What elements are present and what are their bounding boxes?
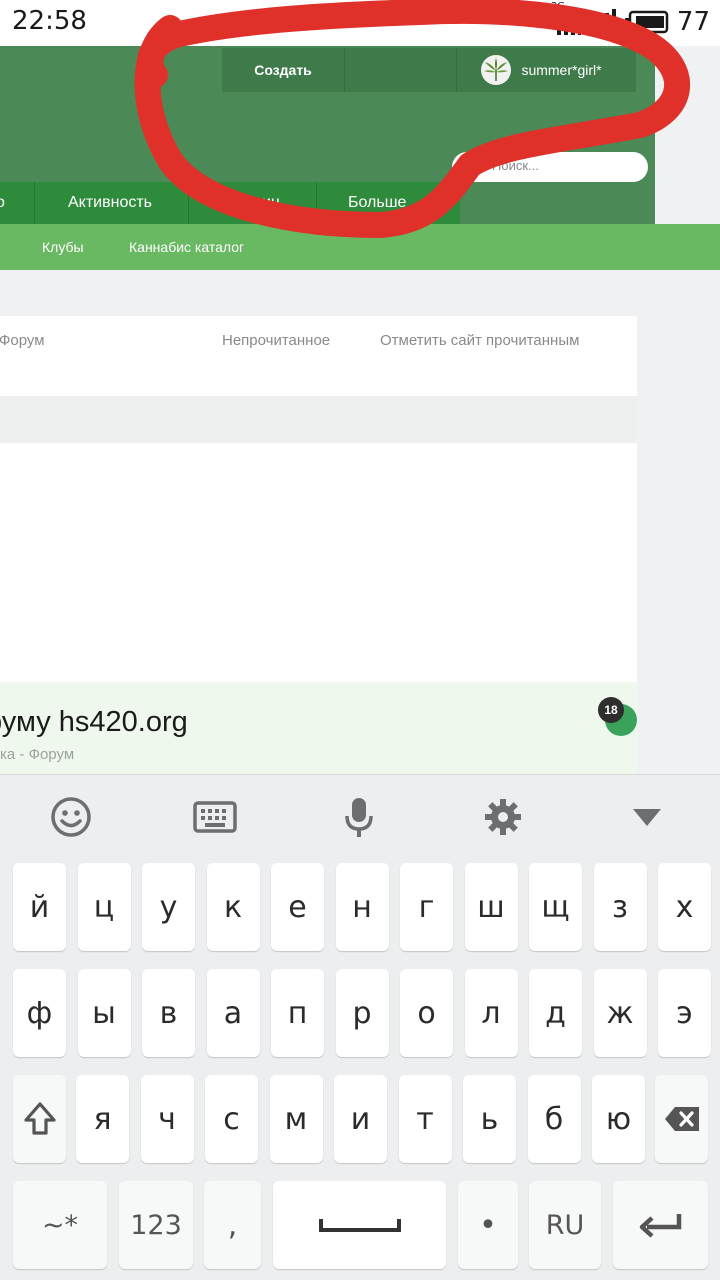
search-input[interactable]: Поиск... xyxy=(452,152,648,182)
space-icon xyxy=(318,1219,401,1232)
key-а[interactable]: а xyxy=(206,969,260,1057)
keyboard-icon[interactable] xyxy=(191,793,239,841)
key-р[interactable]: р xyxy=(335,969,389,1057)
forum-title[interactable]: руму hs420.org xyxy=(0,706,188,739)
key-щ[interactable]: щ xyxy=(529,863,582,951)
enter-key[interactable] xyxy=(613,1181,708,1269)
avatar xyxy=(481,55,512,85)
comma-key[interactable]: , xyxy=(204,1181,261,1269)
battery-icon xyxy=(624,10,669,34)
notification-badge: 18 xyxy=(598,697,624,723)
key-г[interactable]: г xyxy=(400,863,453,951)
collapse-keyboard-icon[interactable] xyxy=(623,793,671,841)
network-type-label: 3G xyxy=(550,1,566,12)
numbers-key[interactable]: 123 xyxy=(119,1181,193,1269)
backspace-icon xyxy=(664,1107,699,1131)
key-д[interactable]: д xyxy=(529,969,582,1057)
key-х[interactable]: х xyxy=(658,863,711,951)
space-key[interactable] xyxy=(273,1181,446,1269)
microphone-icon[interactable] xyxy=(335,793,383,841)
key-ь[interactable]: ь xyxy=(463,1075,516,1163)
period-key[interactable]: • xyxy=(458,1181,518,1269)
key-и[interactable]: и xyxy=(334,1075,387,1163)
settings-gear-icon[interactable] xyxy=(479,793,527,841)
wifi-icon xyxy=(514,12,541,26)
section-header xyxy=(0,396,637,443)
create-label: Создать xyxy=(254,62,312,78)
breadcrumb-bar: Форум Непрочитанное Отметить сайт прочит… xyxy=(0,316,637,366)
key-т[interactable]: т xyxy=(398,1075,452,1163)
sub-nav: Клубы Каннабис каталог xyxy=(0,224,720,270)
key-е[interactable]: е xyxy=(271,863,324,951)
nav-item-more[interactable]: Больше xyxy=(348,182,406,224)
keyboard: й ц у к е н г ш щ з х ф ы в а п р о л д ж э я ч с м и т ь б ю ~* 123, • RU xyxy=(0,774,720,1280)
key-з[interactable]: з xyxy=(593,863,647,951)
forum-subtitle: ка - Форум xyxy=(0,746,75,763)
key-ж[interactable]: ж xyxy=(593,969,647,1057)
symbols-key[interactable]: ~* xyxy=(13,1181,107,1269)
signal-3g: 3G xyxy=(551,1,581,35)
key-н[interactable]: н xyxy=(335,863,389,951)
leaf-icon xyxy=(484,58,509,81)
status-bar: 22:58 3G 77 xyxy=(0,0,720,46)
key-у[interactable]: у xyxy=(142,863,195,951)
nav-item-store[interactable]: Магазин xyxy=(218,182,280,224)
shift-key[interactable] xyxy=(13,1075,66,1163)
shift-icon xyxy=(23,1102,56,1135)
site-header: Создать summer*girl* Поиск... о Активнос… xyxy=(0,46,655,224)
nav-divider xyxy=(34,182,35,224)
nav-divider xyxy=(188,182,189,224)
user-menu[interactable]: summer*girl* xyxy=(457,48,636,92)
key-ф[interactable]: ф xyxy=(13,969,66,1057)
key-й[interactable]: й xyxy=(13,863,66,951)
nav-item-partial[interactable]: о xyxy=(0,182,5,224)
backspace-key[interactable] xyxy=(655,1075,708,1163)
create-button[interactable]: Создать xyxy=(222,48,345,92)
subnav-item-clubs[interactable]: Клубы xyxy=(42,224,84,270)
breadcrumb-label: Форум xyxy=(0,332,45,349)
signal-icon xyxy=(556,9,581,35)
key-м[interactable]: м xyxy=(269,1075,323,1163)
key-л[interactable]: л xyxy=(464,969,518,1057)
signal-icon-2 xyxy=(590,9,616,35)
user-bar: Создать summer*girl* xyxy=(222,48,636,92)
status-time: 22:58 xyxy=(12,6,87,36)
key-я[interactable]: я xyxy=(76,1075,129,1163)
main-nav: о Активность Магазин Больше xyxy=(0,182,460,224)
key-ы[interactable]: ы xyxy=(77,969,131,1057)
battery-level: 77 xyxy=(676,7,710,37)
notification-icons xyxy=(345,48,457,92)
unread-label: Непрочитанное xyxy=(222,332,331,349)
keyboard-toolbar xyxy=(0,775,720,859)
forum-category-row[interactable]: руму hs420.org ка - Форум 18 xyxy=(0,682,637,774)
key-с[interactable]: с xyxy=(205,1075,258,1163)
search-placeholder: Поиск... xyxy=(492,158,539,173)
key-к[interactable]: к xyxy=(206,863,260,951)
mark-read-link[interactable]: Отметить сайт прочитанным xyxy=(380,332,579,349)
emoji-icon[interactable] xyxy=(47,793,95,841)
enter-icon xyxy=(639,1214,681,1238)
key-ш[interactable]: ш xyxy=(464,863,518,951)
key-в[interactable]: в xyxy=(142,969,195,1057)
nav-item-activity[interactable]: Активность xyxy=(68,182,152,224)
mark-read-label: Отметить сайт прочитанным xyxy=(380,332,580,349)
content-panel: Форум Непрочитанное Отметить сайт прочит… xyxy=(0,316,637,774)
subnav-item-catalog[interactable]: Каннабис каталог xyxy=(129,224,244,270)
language-key[interactable]: RU xyxy=(529,1181,601,1269)
breadcrumb[interactable]: Форум xyxy=(0,332,45,349)
key-ч[interactable]: ч xyxy=(140,1075,194,1163)
unread-link[interactable]: Непрочитанное xyxy=(222,332,330,349)
key-ц[interactable]: ц xyxy=(77,863,131,951)
nav-divider xyxy=(316,182,317,224)
status-icons: 3G 77 xyxy=(513,1,710,38)
key-п[interactable]: п xyxy=(271,969,324,1057)
key-о[interactable]: о xyxy=(400,969,453,1057)
key-ю[interactable]: ю xyxy=(592,1075,645,1163)
key-б[interactable]: б xyxy=(527,1075,581,1163)
key-э[interactable]: э xyxy=(658,969,711,1057)
username: summer*girl* xyxy=(521,62,602,78)
